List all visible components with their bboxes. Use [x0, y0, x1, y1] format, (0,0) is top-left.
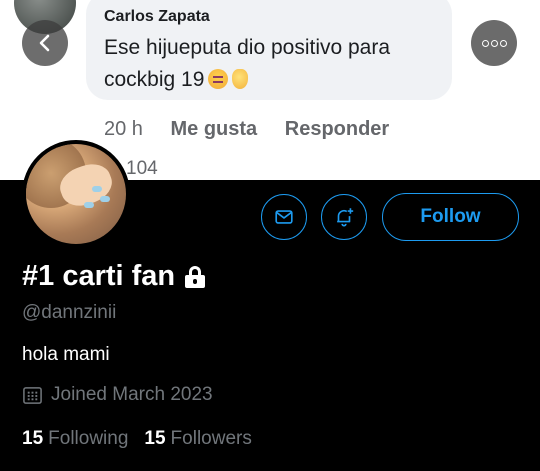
- notify-button[interactable]: [321, 194, 367, 240]
- joined-text: Joined March 2023: [51, 384, 213, 405]
- following-link[interactable]: 15 Following: [22, 428, 128, 450]
- back-button[interactable]: [22, 20, 68, 66]
- reaction-count: 104: [126, 158, 158, 179]
- follow-button[interactable]: Follow: [382, 193, 519, 241]
- emoji-hand-icon: [232, 69, 249, 89]
- comment-time: 20 h: [104, 118, 143, 140]
- joined-date: Joined March 2023: [22, 384, 213, 406]
- followers-label: Followers: [170, 428, 252, 449]
- avatar-image: [26, 144, 126, 244]
- followers-count: 15: [144, 428, 166, 449]
- profile-avatar[interactable]: [22, 140, 130, 248]
- profile-name: #1 carti fan: [22, 260, 206, 293]
- profile-handle: @dannzinii: [22, 302, 117, 323]
- reply-link[interactable]: Responder: [285, 118, 389, 140]
- comment-author[interactable]: Carlos Zapata: [104, 8, 210, 26]
- more-button[interactable]: [471, 20, 517, 66]
- back-arrow-icon: [39, 34, 50, 52]
- more-icon: [481, 34, 508, 52]
- follow-stats: 15 Following 15 Followers: [22, 428, 268, 450]
- display-name-text: #1 carti fan: [22, 260, 176, 292]
- message-button[interactable]: [261, 194, 307, 240]
- mail-icon: [275, 210, 293, 224]
- calendar-icon: [23, 386, 42, 404]
- like-link[interactable]: Me gusta: [171, 118, 258, 140]
- lock-icon: [184, 265, 206, 288]
- comment-meta: 20 h Me gusta Responder: [104, 118, 411, 141]
- comment-text: Ese hijueputa dio positivo para cockbig …: [104, 32, 444, 96]
- bell-plus-icon: [337, 208, 354, 227]
- emoji-face-icon: [208, 69, 229, 89]
- following-count: 15: [22, 428, 44, 449]
- profile-bio: hola mami: [22, 344, 110, 365]
- following-label: Following: [48, 428, 129, 449]
- followers-link[interactable]: 15 Followers: [144, 428, 251, 450]
